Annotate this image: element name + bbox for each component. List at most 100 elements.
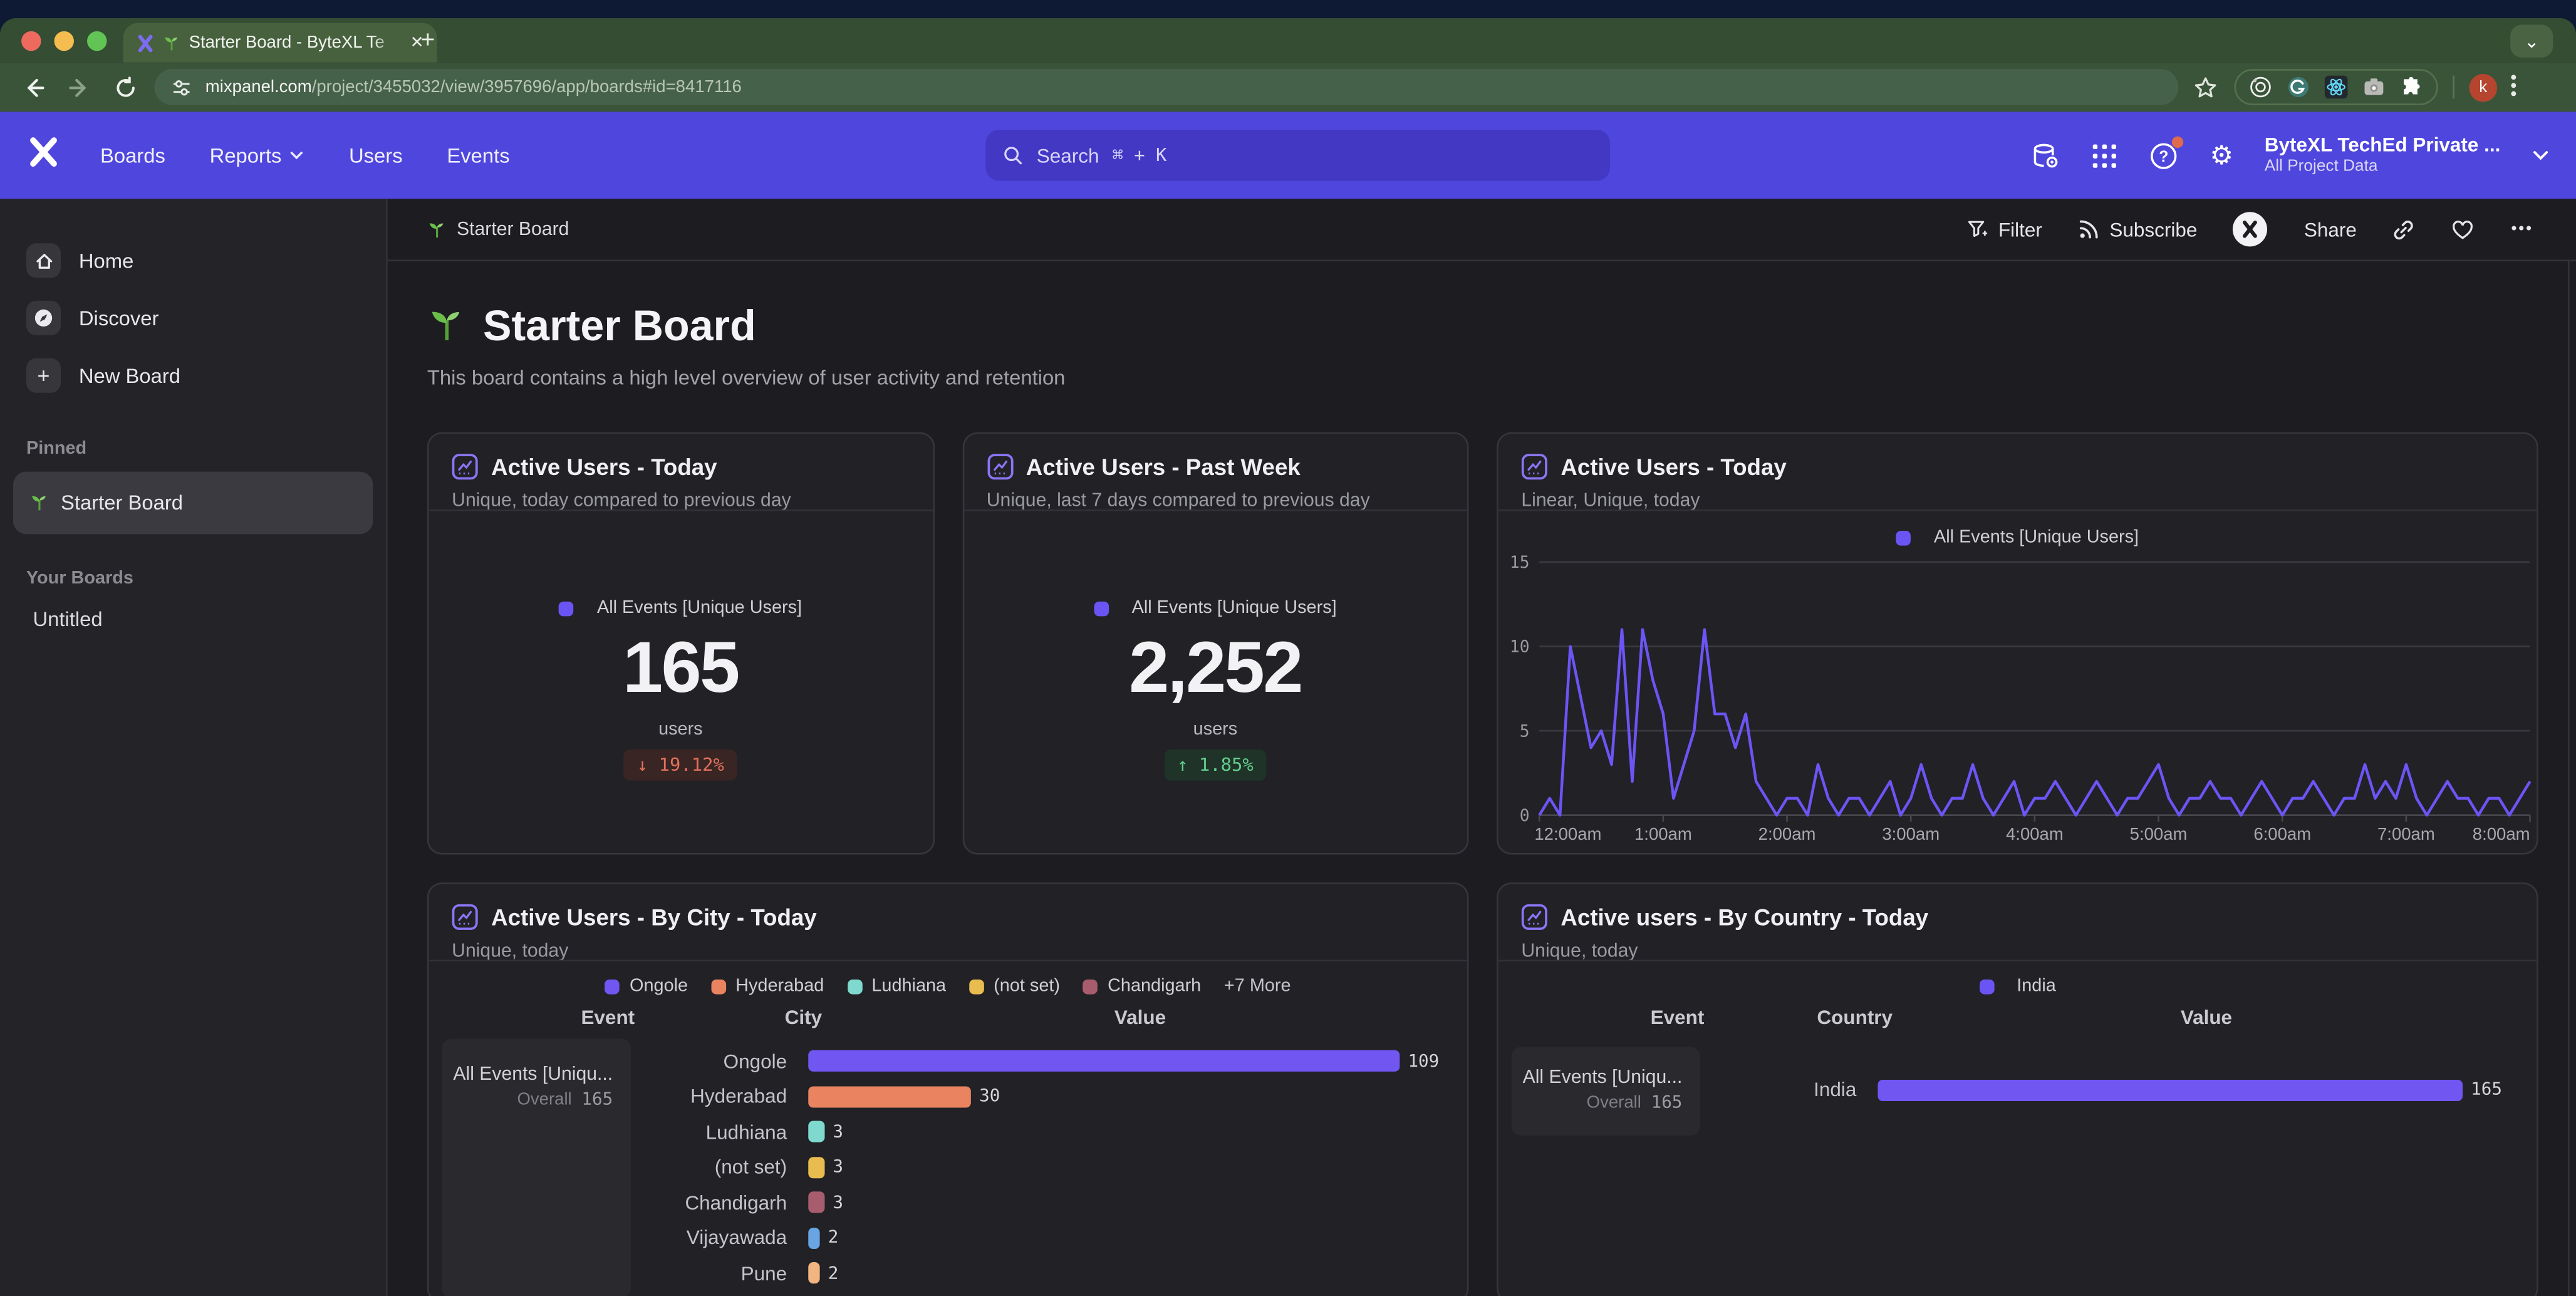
card-active-users-line-chart[interactable]: Active Users - Today Linear, Unique, tod… <box>1497 432 2538 855</box>
city-bar-rows: Ongole109Hyderabad30Ludhiana3(not set)3C… <box>428 1043 1453 1296</box>
svg-text:15: 15 <box>1510 553 1530 572</box>
more-options-icon[interactable]: ••• <box>2511 220 2533 238</box>
browser-profile-avatar[interactable]: k <box>2470 73 2498 102</box>
card-active-users-by-city[interactable]: Active Users - By City - Today Unique, t… <box>427 882 1469 1296</box>
project-chevron-icon[interactable] <box>2532 146 2550 164</box>
bar[interactable] <box>808 1263 819 1284</box>
browser-tab[interactable]: Starter Board - ByteXL Te ✕ <box>123 23 437 63</box>
bar[interactable] <box>808 1086 971 1107</box>
help-icon[interactable]: ? <box>2149 140 2178 170</box>
card-active-users-past-week[interactable]: Active Users - Past Week Unique, last 7 … <box>962 432 1468 855</box>
chevron-down-icon <box>290 148 305 163</box>
address-bar[interactable]: mixpanel.com/project/3455032/view/395769… <box>155 69 2179 105</box>
card-title: Active users - By Country - Today <box>1561 904 1928 930</box>
breadcrumb[interactable]: Starter Board <box>427 219 569 239</box>
forward-button[interactable] <box>68 75 92 99</box>
card-active-users-today[interactable]: Active Users - Today Unique, today compa… <box>427 432 934 855</box>
grammarly-extension-icon[interactable] <box>2287 76 2310 99</box>
board-content: Starter Board Filter Subscribe Share ••• <box>388 199 2576 1296</box>
bar[interactable] <box>808 1157 824 1178</box>
bar-category-label: Vijayawada <box>428 1226 808 1250</box>
subscribe-button[interactable]: Subscribe <box>2079 217 2198 241</box>
legend-label: Ludhiana <box>871 976 946 996</box>
legend-item[interactable]: Ongole <box>605 976 688 996</box>
bar[interactable] <box>808 1192 824 1213</box>
zoom-window-button[interactable] <box>87 31 106 51</box>
sidebar-item-starter-board[interactable]: Starter Board <box>13 472 373 535</box>
bar[interactable] <box>808 1121 824 1142</box>
column-header-value: Value <box>1114 1006 1166 1029</box>
data-management-icon[interactable] <box>2030 140 2060 170</box>
svg-text:1:00am: 1:00am <box>1634 824 1692 844</box>
notification-dot <box>2172 135 2183 147</box>
browser-menu-icon[interactable] <box>2510 71 2516 103</box>
bar-row[interactable]: Hyderabad30 <box>428 1079 1453 1114</box>
filter-button[interactable]: Filter <box>1967 217 2042 241</box>
board-scroll-area[interactable]: Starter Board This board contains a high… <box>388 259 2576 1296</box>
mixpanel-logo[interactable] <box>28 135 60 175</box>
settings-gear-icon[interactable]: ⚙ <box>2210 139 2233 172</box>
copy-link-icon[interactable] <box>2393 217 2416 241</box>
sidebar-item-home[interactable]: Home <box>13 232 373 290</box>
mixpanel-favicon <box>137 34 155 52</box>
new-tab-button[interactable]: + <box>420 26 435 56</box>
site-settings-icon[interactable] <box>171 76 192 98</box>
country-bar-rows: India165 <box>1498 1067 2523 1112</box>
bar-row[interactable]: Chandigarh3 <box>428 1185 1453 1220</box>
orbit-extension-icon[interactable] <box>2249 76 2272 99</box>
bar[interactable] <box>1877 1079 2463 1100</box>
board-actions: Filter Subscribe Share ••• <box>1967 212 2533 246</box>
apps-grid-icon[interactable] <box>2092 142 2118 169</box>
card-active-users-by-country[interactable]: Active users - By Country - Today Unique… <box>1497 882 2538 1296</box>
column-header-city: City <box>785 1006 822 1029</box>
legend-more-button[interactable]: +7 More <box>1224 976 1291 996</box>
bar-row[interactable]: Pune2 <box>428 1256 1453 1291</box>
chart-icon <box>452 454 478 480</box>
react-devtools-extension-icon[interactable] <box>2325 76 2348 99</box>
bar-row[interactable]: Ongole109 <box>428 1043 1453 1079</box>
bar-row[interactable]: Ludhiana3 <box>428 1114 1453 1149</box>
bookmark-star-icon[interactable] <box>2193 75 2218 99</box>
legend-item[interactable]: Ludhiana <box>847 976 946 996</box>
screen: Starter Board - ByteXL Te ✕ + ⌄ mixpanel… <box>0 0 2576 1296</box>
favorite-heart-icon[interactable] <box>2452 217 2475 241</box>
nav-item-boards[interactable]: Boards <box>100 144 165 167</box>
reload-button[interactable] <box>113 75 138 99</box>
legend-item[interactable]: Chandigarh <box>1083 976 1201 996</box>
minimize-window-button[interactable] <box>55 31 74 51</box>
legend-swatch <box>1094 601 1109 616</box>
legend-item[interactable]: Hyderabad <box>711 976 824 996</box>
compass-icon <box>26 301 61 335</box>
bar-row[interactable]: (not set)3 <box>428 1149 1453 1184</box>
nav-item-events[interactable]: Events <box>447 144 509 167</box>
bar-row[interactable]: Vijayawada2 <box>428 1220 1453 1255</box>
share-button[interactable]: Share <box>2304 217 2357 241</box>
close-window-button[interactable] <box>21 31 41 51</box>
bar-row[interactable]: Mathura <box>428 1291 1453 1296</box>
back-button[interactable] <box>21 75 46 99</box>
card-title: Active Users - By City - Today <box>491 904 817 930</box>
bar-value: 2 <box>828 1263 839 1283</box>
svg-text:12:00am: 12:00am <box>1534 824 1601 844</box>
sidebar-item-discover[interactable]: Discover <box>13 290 373 347</box>
bar[interactable] <box>808 1050 1400 1072</box>
chart-icon <box>1521 904 1547 930</box>
project-switcher[interactable]: ByteXL TechEd Private ... All Project Da… <box>2265 133 2501 178</box>
bar-value: 3 <box>833 1122 843 1141</box>
line-chart[interactable]: 05101512:00am1:00am2:00am3:00am4:00am5:0… <box>1498 434 2538 854</box>
extensions-puzzle-icon[interactable] <box>2400 76 2423 99</box>
bar-row[interactable]: India165 <box>1498 1067 2523 1112</box>
legend-item[interactable]: (not set) <box>969 976 1060 996</box>
nav-item-users[interactable]: Users <box>349 144 403 167</box>
legend-swatch <box>847 979 862 994</box>
sidebar-item-untitled[interactable]: Untitled <box>33 602 360 638</box>
tab-search-button[interactable]: ⌄ <box>2510 24 2553 57</box>
search-input[interactable]: Search ⌘ + K <box>985 130 1610 180</box>
board-owner-avatar[interactable] <box>2233 212 2268 246</box>
legend-label: Ongole <box>630 976 688 996</box>
sidebar-item-new-board[interactable]: + New Board <box>13 347 373 404</box>
screenshot-extension-icon[interactable] <box>2362 76 2386 99</box>
svg-text:3:00am: 3:00am <box>1882 824 1940 844</box>
nav-item-reports[interactable]: Reports <box>210 144 305 167</box>
bar[interactable] <box>808 1227 819 1248</box>
